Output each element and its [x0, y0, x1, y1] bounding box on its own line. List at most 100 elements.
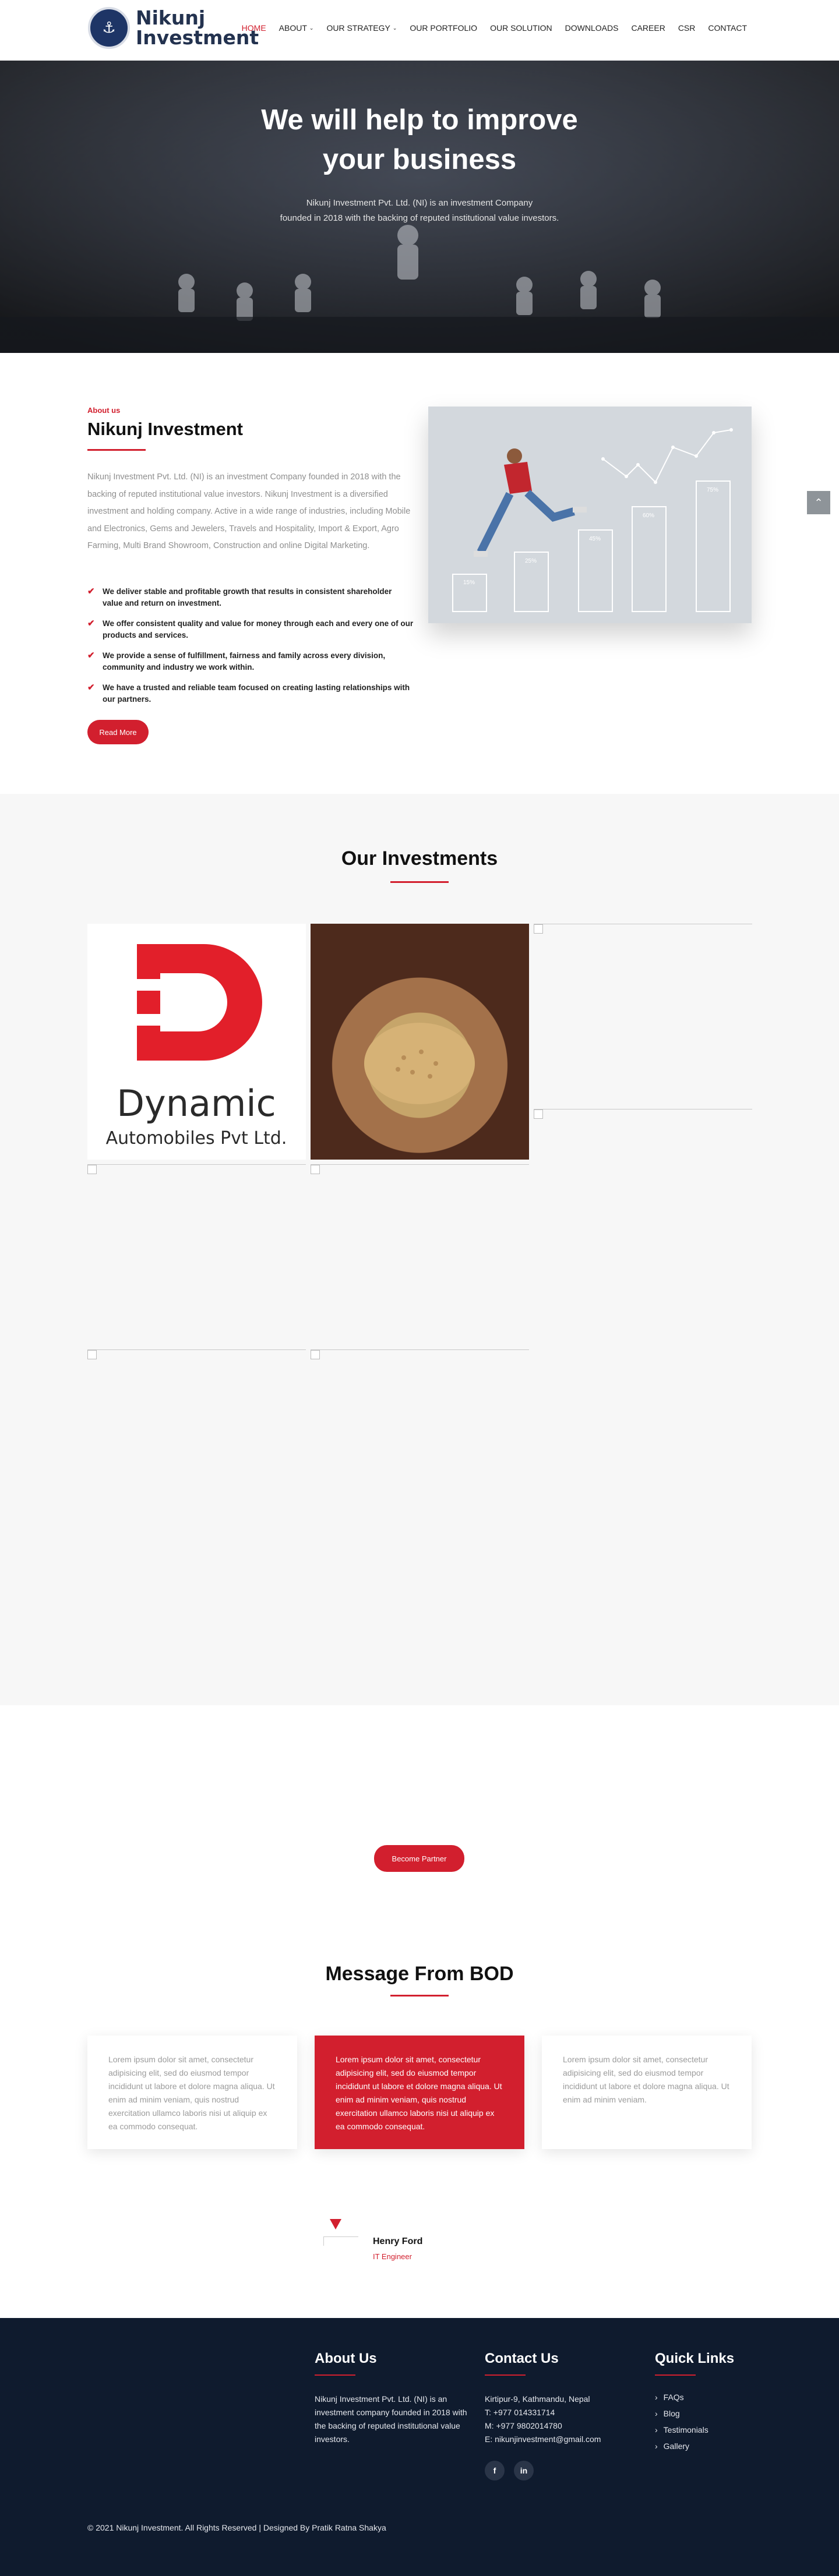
avatar: [323, 2236, 358, 2246]
broken-image-icon: [87, 1165, 97, 1174]
about-section: About us Nikunj Investment Nikunj Invest…: [0, 353, 839, 794]
chevron-down-icon: ⌄: [309, 24, 314, 31]
growth-illustration-image: 15% 25% 45% 60% 75%: [428, 407, 752, 623]
nav-our-portfolio[interactable]: OUR PORTFOLIO: [410, 23, 477, 33]
bod-message-section: Message From BOD Lorem ipsum dolor sit a…: [0, 1963, 839, 2318]
chevron-down-icon: ⌄: [392, 24, 397, 31]
footer-about-title: About Us: [315, 2351, 377, 2366]
chevron-up-icon: ⌃: [814, 496, 823, 509]
check-icon: ✔: [87, 619, 95, 628]
footer-about-text: Nikunj Investment Pvt. Ltd. (NI) is an i…: [315, 2394, 467, 2444]
list-item: ✔ We offer consistent quality and value f…: [87, 618, 414, 641]
bar-label: 45%: [589, 536, 601, 542]
investment-tile-broken-image[interactable]: [311, 1349, 529, 1359]
bar-label: 60%: [643, 513, 654, 519]
partner-section: Become Partner: [0, 1705, 839, 1963]
contact-telephone: T: +977 014331714: [485, 2408, 555, 2417]
footer-contact-title: Contact Us: [485, 2351, 559, 2366]
dynamic-name: Dynamic: [117, 1082, 276, 1125]
about-description: Nikunj Investment Pvt. Ltd. (NI) is an i…: [87, 472, 411, 550]
testimonial-card: Lorem ipsum dolor sit amet, consectetur …: [87, 2036, 297, 2149]
grains-in-hands-image: [364, 1023, 475, 1104]
investment-tile-dynamic-automobiles[interactable]: Dynamic Automobiles Pvt Ltd.: [87, 924, 306, 1160]
investment-tile-broken-image[interactable]: [534, 1109, 752, 1119]
nav-our-strategy[interactable]: OUR STRATEGY ⌄: [326, 23, 397, 33]
broken-image-icon: [311, 1350, 320, 1359]
site-footer: About Us Nikunj Investment Pvt. Ltd. (NI…: [0, 2318, 839, 2576]
logo-text: Nikunj Investment: [136, 8, 259, 48]
bar-label: 15%: [463, 579, 475, 586]
footer-title-underline: [485, 2374, 526, 2376]
list-item: ✔ We deliver stable and profitable growth…: [87, 586, 414, 609]
site-logo[interactable]: ⚓ Nikunj Investment: [88, 7, 259, 49]
site-header: ⚓ Nikunj Investment HOME ABOUT ⌄ OUR STRA…: [0, 0, 839, 61]
nav-downloads[interactable]: DOWNLOADS: [565, 23, 619, 33]
nav-career[interactable]: CAREER: [631, 23, 665, 33]
list-item: ✔ We have a trusted and reliable team foc…: [87, 682, 414, 705]
nav-contact[interactable]: CONTACT: [708, 23, 747, 33]
hero-banner: We will help to improve your business Ni…: [0, 61, 839, 353]
quick-link-gallery[interactable]: › Gallery: [655, 2441, 708, 2451]
hero-subtitle: Nikunj Investment Pvt. Ltd. (NI) is an i…: [280, 198, 559, 223]
investments-section: Our Investments Dynamic Automobiles Pvt …: [0, 794, 839, 1705]
facebook-icon[interactable]: f: [485, 2461, 505, 2480]
investment-tile-agro[interactable]: [311, 924, 529, 1160]
chevron-right-icon: ›: [655, 2393, 658, 2402]
testimonial-card-active: Lorem ipsum dolor sit amet, consectetur …: [315, 2036, 524, 2149]
become-partner-button[interactable]: Become Partner: [374, 1845, 464, 1872]
bod-member-role: IT Engineer: [373, 2252, 412, 2261]
investment-tile-broken-image[interactable]: [311, 1164, 529, 1174]
title-underline: [87, 449, 146, 451]
section-title: Message From BOD: [325, 1963, 514, 1985]
chevron-right-icon: ›: [655, 2441, 658, 2451]
bar-label: 25%: [525, 558, 537, 564]
nav-csr[interactable]: CSR: [678, 23, 696, 33]
card-pointer: [330, 2219, 341, 2229]
check-icon: ✔: [87, 651, 95, 660]
hero-title: We will help to improve your business: [261, 104, 578, 175]
footer-title-underline: [655, 2374, 696, 2376]
read-more-button[interactable]: Read More: [87, 720, 149, 744]
linkedin-icon[interactable]: in: [514, 2461, 534, 2480]
broken-image-icon: [87, 1350, 97, 1359]
bar-label: 75%: [707, 487, 718, 493]
chevron-right-icon: ›: [655, 2409, 658, 2418]
chevron-right-icon: ›: [655, 2425, 658, 2434]
investment-tile-broken-image[interactable]: [87, 1164, 306, 1174]
bod-member-name: Henry Ford: [373, 2236, 423, 2246]
quick-links-list: › FAQs › Blog › Testimonials › Gallery: [655, 2393, 708, 2458]
title-underline: [390, 881, 449, 883]
footer-links-title: Quick Links: [655, 2351, 735, 2366]
quick-link-faqs[interactable]: › FAQs: [655, 2393, 708, 2402]
quick-link-testimonials[interactable]: › Testimonials: [655, 2425, 708, 2434]
nav-our-solution[interactable]: OUR SOLUTION: [490, 23, 552, 33]
list-item: ✔ We provide a sense of fulfillment, fair…: [87, 650, 414, 673]
contact-mobile: M: +977 9802014780: [485, 2421, 562, 2430]
nav-home[interactable]: HOME: [242, 23, 266, 33]
check-icon: ✔: [87, 683, 95, 692]
nav-about[interactable]: ABOUT ⌄: [279, 23, 314, 33]
dynamic-automobiles-logo: Dynamic Automobiles Pvt Ltd.: [106, 944, 287, 1149]
broken-image-icon: [534, 924, 543, 934]
logo-line-2: Investment: [136, 26, 259, 49]
about-points: ✔ We deliver stable and profitable growth…: [87, 586, 414, 714]
about-title: Nikunj Investment: [87, 419, 243, 439]
quick-link-blog[interactable]: › Blog: [655, 2409, 708, 2418]
logo-seal-icon: ⚓: [88, 7, 130, 49]
copyright-text: © 2021 Nikunj Investment. All Rights Res…: [87, 2523, 386, 2532]
investment-tile-broken-image[interactable]: [87, 1349, 306, 1359]
broken-image-icon: [311, 1165, 320, 1174]
contact-email-link[interactable]: E: nikunjinvestment@gmail.com: [485, 2434, 601, 2444]
main-nav: HOME ABOUT ⌄ OUR STRATEGY ⌄ OUR PORTFOLIO …: [242, 23, 747, 33]
footer-contact-info: Kirtipur-9, Kathmandu, Nepal T: +977 014…: [485, 2393, 648, 2446]
contact-address: Kirtipur-9, Kathmandu, Nepal: [485, 2394, 590, 2404]
testimonial-card: Lorem ipsum dolor sit amet, consectetur …: [542, 2036, 752, 2149]
scroll-to-top-button[interactable]: ⌃: [807, 491, 830, 514]
check-icon: ✔: [87, 586, 95, 596]
about-kicker: About us: [87, 406, 121, 415]
footer-title-underline: [315, 2374, 355, 2376]
investment-tile-broken-image[interactable]: [534, 924, 752, 934]
logo-line-1: Nikunj: [136, 6, 206, 29]
section-title: Our Investments: [341, 847, 498, 870]
title-underline: [390, 1995, 449, 1997]
